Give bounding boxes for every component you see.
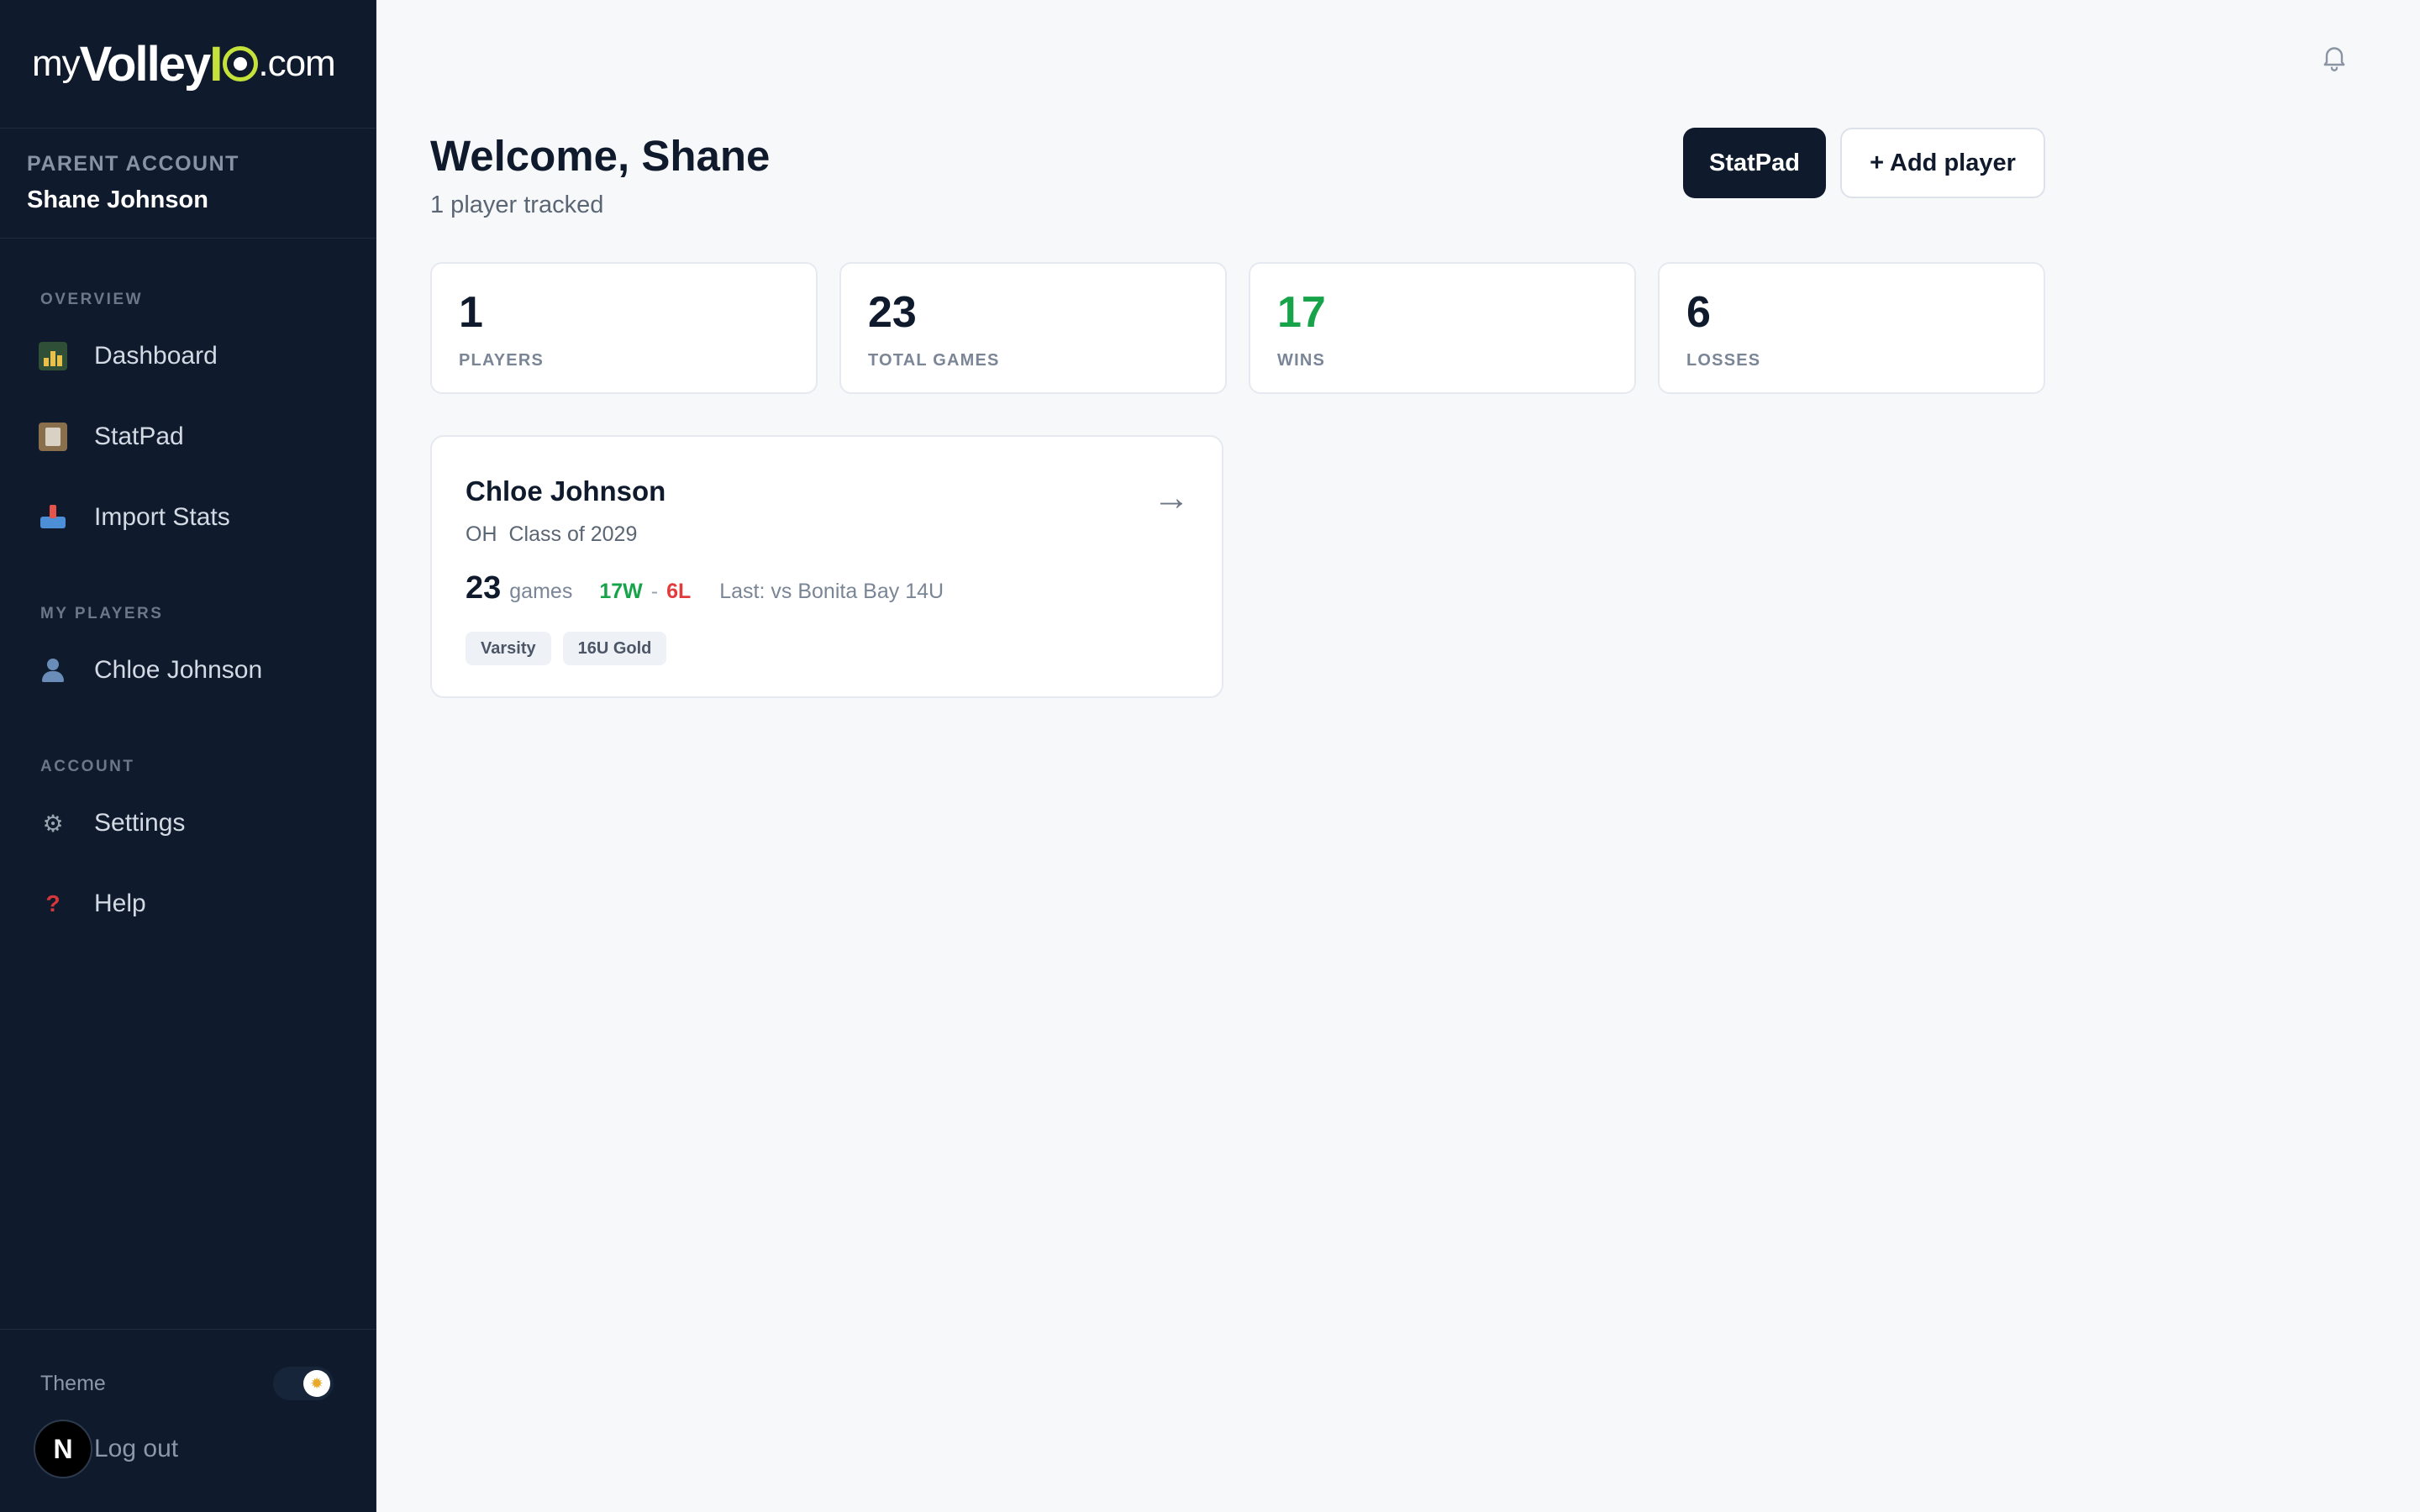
sidebar-item-label: Import Stats — [94, 503, 230, 531]
stat-card-total-games: 23 TOTAL GAMES — [839, 262, 1227, 394]
user-icon — [39, 656, 67, 685]
account-name: Shane Johnson — [27, 186, 208, 213]
record-separator: - — [650, 580, 659, 603]
logo-iq: I — [209, 36, 259, 92]
wins-count: 17W — [599, 580, 643, 603]
sidebar: my Volley I .com PARENT ACCOUNT Shane Jo… — [0, 0, 376, 1512]
stat-label: LOSSES — [1686, 351, 1761, 370]
tag-16u-gold: 16U Gold — [562, 632, 667, 665]
win-loss-record: 17W -6L — [599, 580, 691, 604]
stat-label: PLAYERS — [459, 351, 544, 370]
losses-count: 6L — [666, 580, 692, 603]
stat-label: TOTAL GAMES — [868, 351, 1000, 370]
theme-row: Theme ✹ — [40, 1367, 334, 1400]
question-icon: ? — [45, 890, 60, 916]
stat-value: 17 — [1277, 288, 1326, 337]
team-tags: Varsity 16U Gold — [466, 632, 1222, 665]
add-player-button[interactable]: + Add player — [1840, 128, 2045, 198]
gear-icon: ⚙ — [42, 810, 64, 837]
stat-value: 1 — [459, 288, 483, 337]
clipboard-icon — [39, 423, 67, 451]
account-info: PARENT ACCOUNT Shane Johnson — [0, 129, 376, 239]
arrow-right-icon[interactable]: → — [1153, 477, 1190, 519]
sidebar-footer: Theme ✹ N Log out — [0, 1329, 376, 1512]
stat-label: WINS — [1277, 351, 1326, 370]
statpad-button[interactable]: StatPad — [1683, 128, 1826, 198]
sidebar-item-help[interactable]: ? Help — [0, 864, 376, 944]
volleyball-icon — [223, 46, 259, 81]
stat-card-losses: 6 LOSSES — [1658, 262, 2045, 394]
last-game: Last: vs Bonita Bay 14U — [719, 580, 944, 603]
bell-icon[interactable] — [2319, 42, 2349, 72]
player-name: Chloe Johnson — [466, 475, 666, 507]
sidebar-item-chloe-johnson[interactable]: Chloe Johnson — [0, 630, 376, 711]
logo-my: my — [32, 43, 81, 84]
logo-com: .com — [258, 43, 335, 84]
main-content: Welcome, Shane 1 player tracked StatPad … — [376, 0, 2420, 1512]
stat-value: 6 — [1686, 288, 1711, 337]
sidebar-item-import-stats[interactable]: Import Stats — [0, 477, 376, 558]
stats-row: 1 PLAYERS 23 TOTAL GAMES 17 WINS 6 LOSSE… — [430, 262, 2045, 394]
sidebar-item-label: Settings — [94, 809, 186, 837]
games-count: 23 — [466, 570, 502, 606]
sidebar-item-statpad[interactable]: StatPad — [0, 396, 376, 477]
logout-row: N Log out — [34, 1420, 178, 1478]
logo-volley: Volley — [79, 36, 212, 92]
theme-label: Theme — [40, 1371, 106, 1395]
player-card[interactable]: Chloe Johnson → OH Class of 2029 23 games… — [430, 435, 1223, 698]
player-meta: OH Class of 2029 — [466, 522, 1222, 547]
player-stats: 23 games 17W -6L Last: vs Bonita Bay 14U — [466, 570, 1222, 606]
nav-section-my-players: MY PLAYERS — [40, 605, 164, 622]
nav-section-overview: OVERVIEW — [40, 291, 144, 308]
stat-card-players: 1 PLAYERS — [430, 262, 818, 394]
avatar[interactable]: N — [34, 1420, 92, 1478]
page-subtitle: 1 player tracked — [430, 192, 604, 218]
sidebar-item-dashboard[interactable]: Dashboard — [0, 316, 376, 396]
stat-card-wins: 17 WINS — [1249, 262, 1636, 394]
nav-section-account: ACCOUNT — [40, 758, 135, 775]
tag-varsity: Varsity — [466, 632, 551, 665]
sidebar-item-label: StatPad — [94, 423, 184, 450]
page-title: Welcome, Shane — [430, 132, 771, 180]
chart-icon — [39, 342, 67, 370]
sidebar-item-label: Help — [94, 890, 146, 917]
player-position: OH — [466, 522, 497, 546]
stat-value: 23 — [868, 288, 917, 337]
sidebar-item-label: Chloe Johnson — [94, 656, 263, 684]
theme-toggle[interactable]: ✹ — [273, 1367, 334, 1400]
sidebar-item-label: Dashboard — [94, 342, 218, 370]
brand-logo[interactable]: my Volley I .com — [0, 0, 376, 129]
inbox-tray-icon — [39, 503, 67, 532]
sidebar-item-settings[interactable]: ⚙ Settings — [0, 783, 376, 864]
sun-icon: ✹ — [303, 1370, 330, 1397]
account-type-label: PARENT ACCOUNT — [27, 152, 239, 176]
games-label: games — [509, 580, 573, 603]
player-class: Class of 2029 — [508, 522, 638, 546]
logout-button[interactable]: Log out — [94, 1435, 178, 1463]
